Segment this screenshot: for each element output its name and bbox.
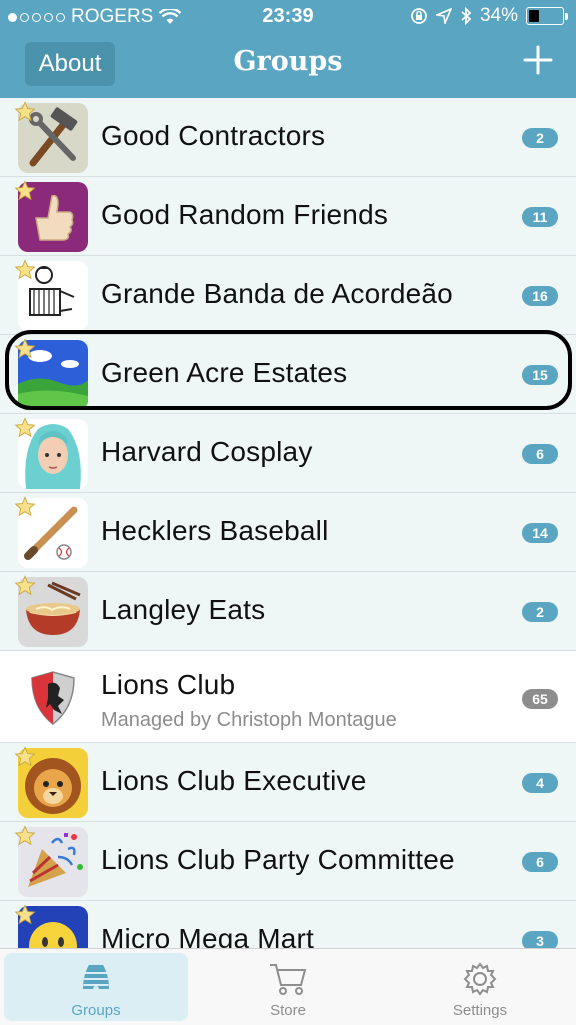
gear-icon	[463, 962, 497, 996]
favorite-star-icon	[14, 575, 36, 597]
member-count-badge: 3	[522, 931, 558, 948]
cart-icon	[270, 964, 307, 995]
group-row[interactable]: Grande Banda de Acordeão 16	[0, 256, 576, 335]
group-row[interactable]: Micro Mega Mart 3	[0, 901, 576, 948]
lion-shield-icon	[18, 662, 88, 732]
member-count-badge: 2	[522, 602, 558, 622]
hive-icon	[83, 965, 109, 989]
status-bar: ROGERS 23:39 34%	[0, 0, 576, 34]
favorite-star-icon	[14, 496, 36, 518]
group-row[interactable]: Lions Club Managed by Christoph Montague 6…	[0, 651, 576, 743]
group-name: Lions Club Party Committee	[101, 844, 455, 875]
tab-label-store: Store	[270, 1002, 306, 1019]
navigation-bar: About Groups	[0, 34, 576, 98]
group-name: Lions Club Executive	[101, 765, 367, 796]
group-name: Harvard Cosplay	[101, 436, 313, 467]
favorite-star-icon	[14, 338, 36, 360]
favorite-star-icon	[14, 825, 36, 847]
group-name: Good Contractors	[101, 120, 326, 151]
member-count-badge: 6	[522, 444, 558, 464]
rotation-lock-icon	[411, 8, 427, 24]
group-name: Good Random Friends	[101, 199, 389, 230]
group-row[interactable]: Harvard Cosplay 6	[0, 414, 576, 493]
favorite-star-icon	[14, 180, 36, 202]
favorite-star-icon	[14, 904, 36, 926]
location-arrow-icon	[435, 8, 452, 24]
tab-label-settings: Settings	[452, 1002, 508, 1019]
group-row[interactable]: Good Contractors 2	[0, 98, 576, 177]
member-count-badge: 11	[522, 207, 558, 227]
favorite-star-icon	[14, 259, 36, 281]
group-row[interactable]: Lions Club Executive 4	[0, 743, 576, 822]
page-title: Groups	[233, 46, 343, 77]
group-row[interactable]: Langley Eats 2	[0, 572, 576, 651]
group-row[interactable]: Hecklers Baseball 14	[0, 493, 576, 572]
favorite-star-icon	[14, 101, 36, 123]
favorite-star-icon	[14, 417, 36, 439]
group-row[interactable]: Good Random Friends 11	[0, 177, 576, 256]
tab-label-groups: Groups	[71, 1002, 121, 1019]
group-name: Langley Eats	[101, 594, 266, 625]
member-count-badge: 65	[522, 689, 558, 709]
bluetooth-icon	[461, 7, 472, 25]
group-manager-subtitle: Managed by Christoph Montague	[101, 709, 397, 731]
member-count-badge: 4	[522, 773, 558, 793]
tab-settings[interactable]: Settings	[388, 953, 572, 1021]
tab-groups[interactable]: Groups	[4, 953, 188, 1021]
member-count-badge: 2	[522, 128, 558, 148]
group-row[interactable]: Lions Club Party Committee 6	[0, 822, 576, 901]
battery-icon	[526, 7, 568, 25]
group-row[interactable]: Green Acre Estates 15	[0, 335, 576, 414]
tab-store[interactable]: Store	[196, 953, 380, 1021]
group-name: Green Acre Estates	[101, 357, 348, 388]
group-name: Grande Banda de Acordeão	[101, 278, 453, 309]
member-count-badge: 15	[522, 365, 558, 385]
battery-percent: 34%	[479, 5, 518, 26]
top-bar: ROGERS 23:39 34% About Groups	[0, 0, 576, 98]
member-count-badge: 6	[522, 852, 558, 872]
member-count-badge: 14	[522, 523, 558, 543]
tab-bar: Groups Store Settings	[0, 948, 576, 1025]
favorite-star-icon	[14, 746, 36, 768]
member-count-badge: 16	[522, 286, 558, 306]
groups-list: Good Contractors 2 Good Random Friends 11 Gr…	[0, 98, 576, 948]
group-name: Hecklers Baseball	[101, 515, 329, 546]
group-name: Micro Mega Mart	[101, 923, 315, 948]
plus-icon[interactable]	[522, 44, 554, 76]
group-name: Lions Club	[101, 669, 236, 700]
